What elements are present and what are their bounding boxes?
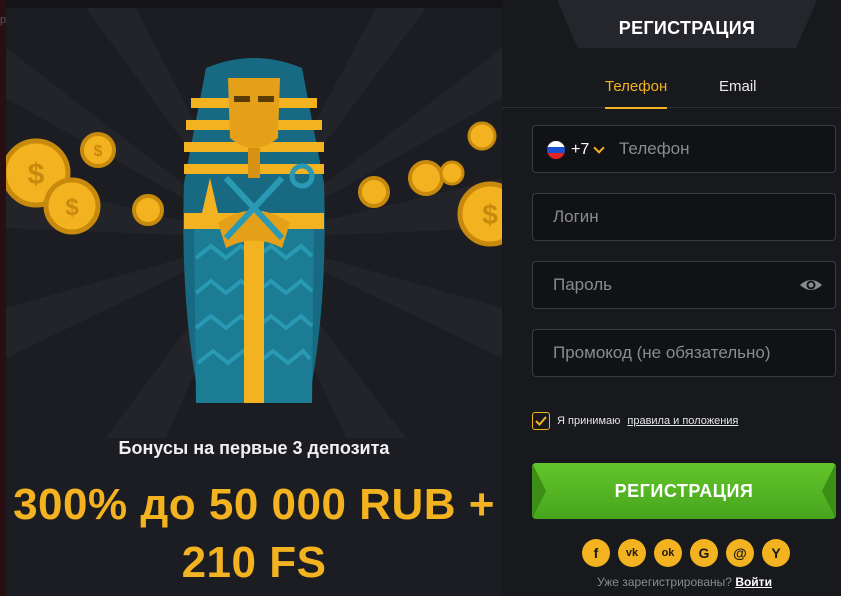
promo-panel: $ $ $ $ Бонусы на первые 3 депозита 300%… [6, 8, 502, 596]
terms-text: Я принимаю [557, 415, 621, 427]
button-left-decoration [532, 463, 546, 519]
tab-email[interactable]: Email [719, 78, 757, 108]
svg-text:$: $ [65, 194, 79, 221]
password-input[interactable] [553, 262, 793, 308]
russia-flag-icon [547, 141, 565, 159]
already-registered: Уже зарегистрированы? Войти [502, 575, 841, 589]
svg-text:$: $ [94, 143, 103, 160]
login-link[interactable]: Войти [735, 575, 772, 589]
login-input[interactable] [553, 194, 793, 240]
facebook-icon[interactable]: f [582, 539, 610, 567]
odnoklassniki-icon[interactable]: ok [654, 539, 682, 567]
already-registered-text: Уже зарегистрированы? [597, 575, 732, 589]
social-login-row: f vk ok G @ Y [582, 539, 790, 567]
country-code: +7 [571, 141, 590, 158]
register-button-label: РЕГИСТРАЦИЯ [614, 480, 754, 501]
google-icon[interactable]: G [690, 539, 718, 567]
country-code-selector[interactable]: +7 [547, 139, 605, 161]
register-button[interactable]: РЕГИСТРАЦИЯ [532, 463, 836, 519]
eye-icon[interactable] [799, 274, 823, 296]
terms-link[interactable]: правила и положения [627, 415, 738, 427]
registration-form-panel: РЕГИСТРАЦИЯ Телефон Email +7 Я прин [502, 0, 841, 596]
registration-method-tabs: Телефон Email [502, 78, 841, 109]
phone-field: +7 [532, 125, 836, 173]
svg-text:$: $ [482, 199, 498, 230]
sarcophagus-illustration: $ $ $ $ [6, 58, 502, 403]
promo-bonus-amount: 300% до 50 000 RUB + 210 FS [6, 476, 502, 592]
checkmark-icon [535, 416, 547, 426]
promo-subtitle: Бонусы на первые 3 депозита [118, 438, 390, 458]
mail-icon[interactable]: @ [726, 539, 754, 567]
chevron-down-icon [593, 142, 605, 154]
terms-checkbox[interactable] [532, 412, 550, 430]
phone-input[interactable] [619, 126, 819, 172]
tab-phone[interactable]: Телефон [605, 78, 668, 109]
promo-amount-line2: 210 FS [181, 538, 327, 587]
button-right-decoration [822, 463, 836, 519]
password-field [532, 261, 836, 309]
vk-icon[interactable]: vk [618, 539, 646, 567]
login-field [532, 193, 836, 241]
promocode-field [532, 329, 836, 377]
yandex-icon[interactable]: Y [762, 539, 790, 567]
form-title: РЕГИСТРАЦИЯ [618, 18, 756, 38]
svg-text:$: $ [28, 158, 45, 191]
terms-agreement: Я принимаю правила и положения [532, 411, 738, 431]
promocode-input[interactable] [553, 330, 793, 376]
promo-amount-line1: 300% до 50 000 RUB + [13, 480, 495, 529]
